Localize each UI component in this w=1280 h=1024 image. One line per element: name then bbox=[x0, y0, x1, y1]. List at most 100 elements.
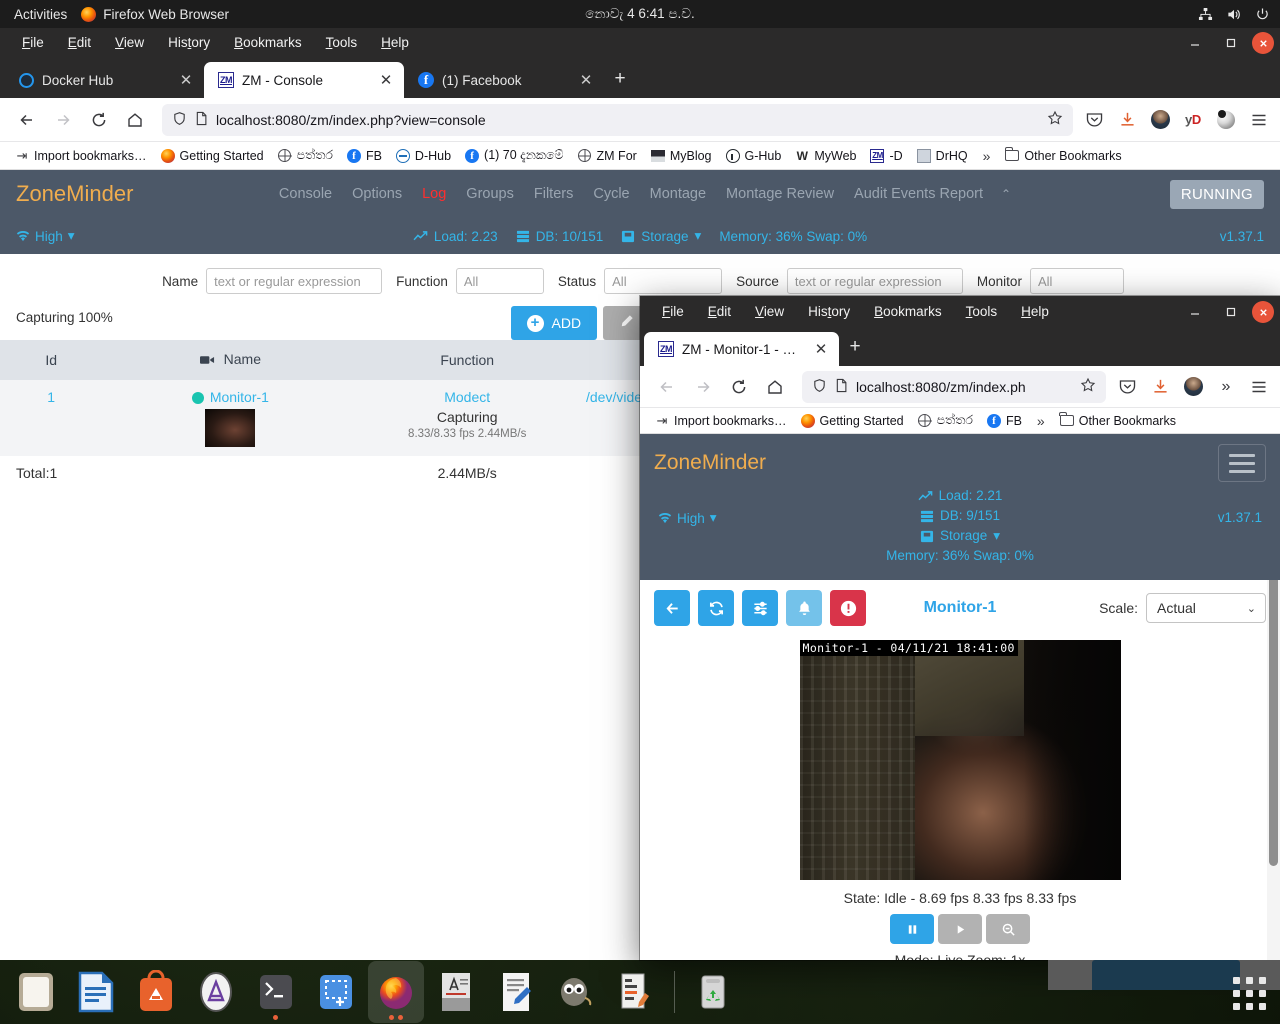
bookmark-paththara[interactable]: පත්තර bbox=[271, 145, 340, 167]
settings-sliders-icon[interactable] bbox=[742, 590, 778, 626]
account-avatar[interactable] bbox=[1182, 376, 1204, 398]
db-stat[interactable]: DB: 10/151 bbox=[516, 229, 603, 244]
bookmark-fb[interactable]: f FB bbox=[340, 145, 389, 167]
nav-montage-review[interactable]: Montage Review bbox=[716, 186, 844, 202]
url-bar[interactable]: localhost:8080/zm/index.ph bbox=[802, 370, 1106, 403]
menu-view[interactable]: View bbox=[743, 297, 796, 327]
menu-history[interactable]: History bbox=[796, 297, 862, 327]
reload-icon[interactable] bbox=[722, 371, 756, 403]
back-icon[interactable] bbox=[10, 104, 44, 136]
menu-history[interactable]: History bbox=[156, 28, 222, 58]
pocket-icon[interactable] bbox=[1116, 376, 1138, 398]
add-button[interactable]: + ADD bbox=[510, 306, 598, 340]
nav-cycle[interactable]: Cycle bbox=[583, 186, 639, 202]
new-tab-button[interactable]: + bbox=[839, 331, 871, 363]
filter-select-monitor[interactable]: All bbox=[1029, 268, 1124, 294]
volume-icon[interactable] bbox=[1226, 7, 1242, 22]
bookmark-myweb[interactable]: W MyWeb bbox=[788, 145, 863, 167]
chevron-up-icon[interactable]: ⌃ bbox=[993, 187, 1011, 201]
nav-log[interactable]: Log bbox=[412, 186, 456, 202]
tab-zm-monitor-feed[interactable]: ZM ZM - Monitor-1 - Feed ✕ bbox=[644, 332, 839, 366]
dock-item-a-app[interactable] bbox=[188, 961, 244, 1023]
bookmark-myblog[interactable]: MyBlog bbox=[644, 145, 719, 167]
maximize-button[interactable] bbox=[1216, 31, 1246, 55]
dock-item-scanner[interactable] bbox=[608, 961, 664, 1023]
zm-logo[interactable]: ZoneMinder bbox=[654, 451, 766, 475]
dock-item-libreoffice-writer[interactable] bbox=[68, 961, 124, 1023]
nav-filters[interactable]: Filters bbox=[524, 186, 583, 202]
menu-icon[interactable] bbox=[1248, 109, 1270, 131]
zoom-out-icon[interactable] bbox=[986, 914, 1030, 944]
maximize-button[interactable] bbox=[1216, 300, 1246, 324]
nav-montage[interactable]: Montage bbox=[640, 186, 716, 202]
menu-edit[interactable]: Edit bbox=[696, 297, 743, 327]
monitor-id-link[interactable]: 1 bbox=[47, 389, 55, 405]
tab-zm-console[interactable]: ZM ZM - Console ✕ bbox=[204, 62, 404, 98]
function-link[interactable]: Modect bbox=[368, 389, 566, 405]
shield-icon[interactable] bbox=[812, 378, 827, 396]
shield-icon[interactable] bbox=[172, 111, 187, 129]
back-icon[interactable] bbox=[654, 590, 690, 626]
bookmark-fb[interactable]: f FB bbox=[980, 410, 1029, 432]
dock-item-gimp[interactable] bbox=[548, 961, 604, 1023]
col-name[interactable]: Name bbox=[102, 340, 359, 380]
play-icon[interactable] bbox=[938, 914, 982, 944]
status-badge[interactable]: RUNNING bbox=[1169, 179, 1264, 209]
monitor-name-link[interactable]: Monitor-1 bbox=[210, 389, 269, 405]
new-tab-button[interactable]: + bbox=[604, 63, 636, 95]
pocket-icon[interactable] bbox=[1083, 109, 1105, 131]
menu-tools[interactable]: Tools bbox=[954, 297, 1010, 327]
extension-ball-icon[interactable] bbox=[1215, 109, 1237, 131]
dock-item-ubuntu-software[interactable] bbox=[128, 961, 184, 1023]
filter-select-status[interactable]: All bbox=[604, 268, 723, 294]
db-stat[interactable]: DB: 9/151 bbox=[654, 506, 1266, 526]
bandwidth-selector[interactable]: High ▾ bbox=[16, 228, 75, 244]
nav-audit-events-report[interactable]: Audit Events Report bbox=[844, 186, 993, 202]
menu-bookmarks[interactable]: Bookmarks bbox=[862, 297, 954, 327]
tab-docker-hub[interactable]: Docker Hub ✕ bbox=[4, 62, 204, 98]
reload-icon[interactable] bbox=[82, 104, 116, 136]
home-icon[interactable] bbox=[118, 104, 152, 136]
dock-item-trash[interactable] bbox=[685, 961, 741, 1023]
network-icon[interactable] bbox=[1198, 7, 1213, 22]
menu-file[interactable]: FFileile bbox=[10, 28, 56, 58]
bookmark-star-icon[interactable] bbox=[1080, 377, 1096, 396]
close-icon[interactable]: ✕ bbox=[176, 70, 196, 90]
browser-window-monitor-feed[interactable]: File Edit View History Bookmarks Tools H… bbox=[640, 296, 1280, 960]
storage-stat[interactable]: Storage ▾ bbox=[654, 526, 1266, 546]
bookmark-import[interactable]: ⇥ Import bookmarks… bbox=[8, 145, 154, 167]
menu-help[interactable]: Help bbox=[369, 28, 421, 58]
bookmark-github[interactable]: G-Hub bbox=[719, 145, 789, 167]
other-bookmarks-folder[interactable]: Other Bookmarks bbox=[998, 145, 1128, 167]
col-id[interactable]: Id bbox=[0, 340, 103, 380]
minimize-button[interactable] bbox=[1180, 300, 1210, 324]
alarm-bell-icon[interactable] bbox=[786, 590, 822, 626]
scale-select[interactable]: Actual ⌄ bbox=[1146, 593, 1266, 623]
bookmarks-overflow-icon[interactable]: » bbox=[975, 148, 999, 164]
forward-icon[interactable] bbox=[46, 104, 80, 136]
bookmark-getting-started[interactable]: Getting Started bbox=[794, 410, 911, 432]
refresh-icon[interactable] bbox=[698, 590, 734, 626]
col-function[interactable]: Function bbox=[358, 340, 576, 380]
menu-edit[interactable]: Edit bbox=[56, 28, 103, 58]
search-input-source[interactable]: text or regular expression bbox=[786, 268, 963, 294]
forward-icon[interactable] bbox=[686, 371, 720, 403]
download-icon[interactable] bbox=[1116, 109, 1138, 131]
menu-bookmarks[interactable]: Bookmarks bbox=[222, 28, 314, 58]
menu-help[interactable]: Help bbox=[1009, 297, 1061, 327]
bookmark-zm-d[interactable]: ZM -D bbox=[863, 145, 909, 167]
storage-stat[interactable]: Storage ▾ bbox=[621, 228, 701, 244]
menu-file[interactable]: File bbox=[650, 297, 696, 327]
close-icon[interactable]: ✕ bbox=[376, 70, 396, 90]
menu-tools[interactable]: Tools bbox=[314, 28, 370, 58]
load-stat[interactable]: Load: 2.21 bbox=[654, 486, 1266, 506]
nav-console[interactable]: Console bbox=[269, 186, 342, 202]
tab-facebook[interactable]: f (1) Facebook ✕ bbox=[404, 62, 604, 98]
toolbar-overflow-icon[interactable]: » bbox=[1215, 376, 1237, 398]
activities-button[interactable]: Activities bbox=[0, 7, 81, 22]
dock-item-files[interactable] bbox=[8, 961, 64, 1023]
dock-item-notes[interactable] bbox=[488, 961, 544, 1023]
load-stat[interactable]: Load: 2.23 bbox=[413, 229, 498, 244]
minimize-button[interactable] bbox=[1180, 31, 1210, 55]
zm-logo[interactable]: ZoneMinder bbox=[16, 181, 133, 207]
